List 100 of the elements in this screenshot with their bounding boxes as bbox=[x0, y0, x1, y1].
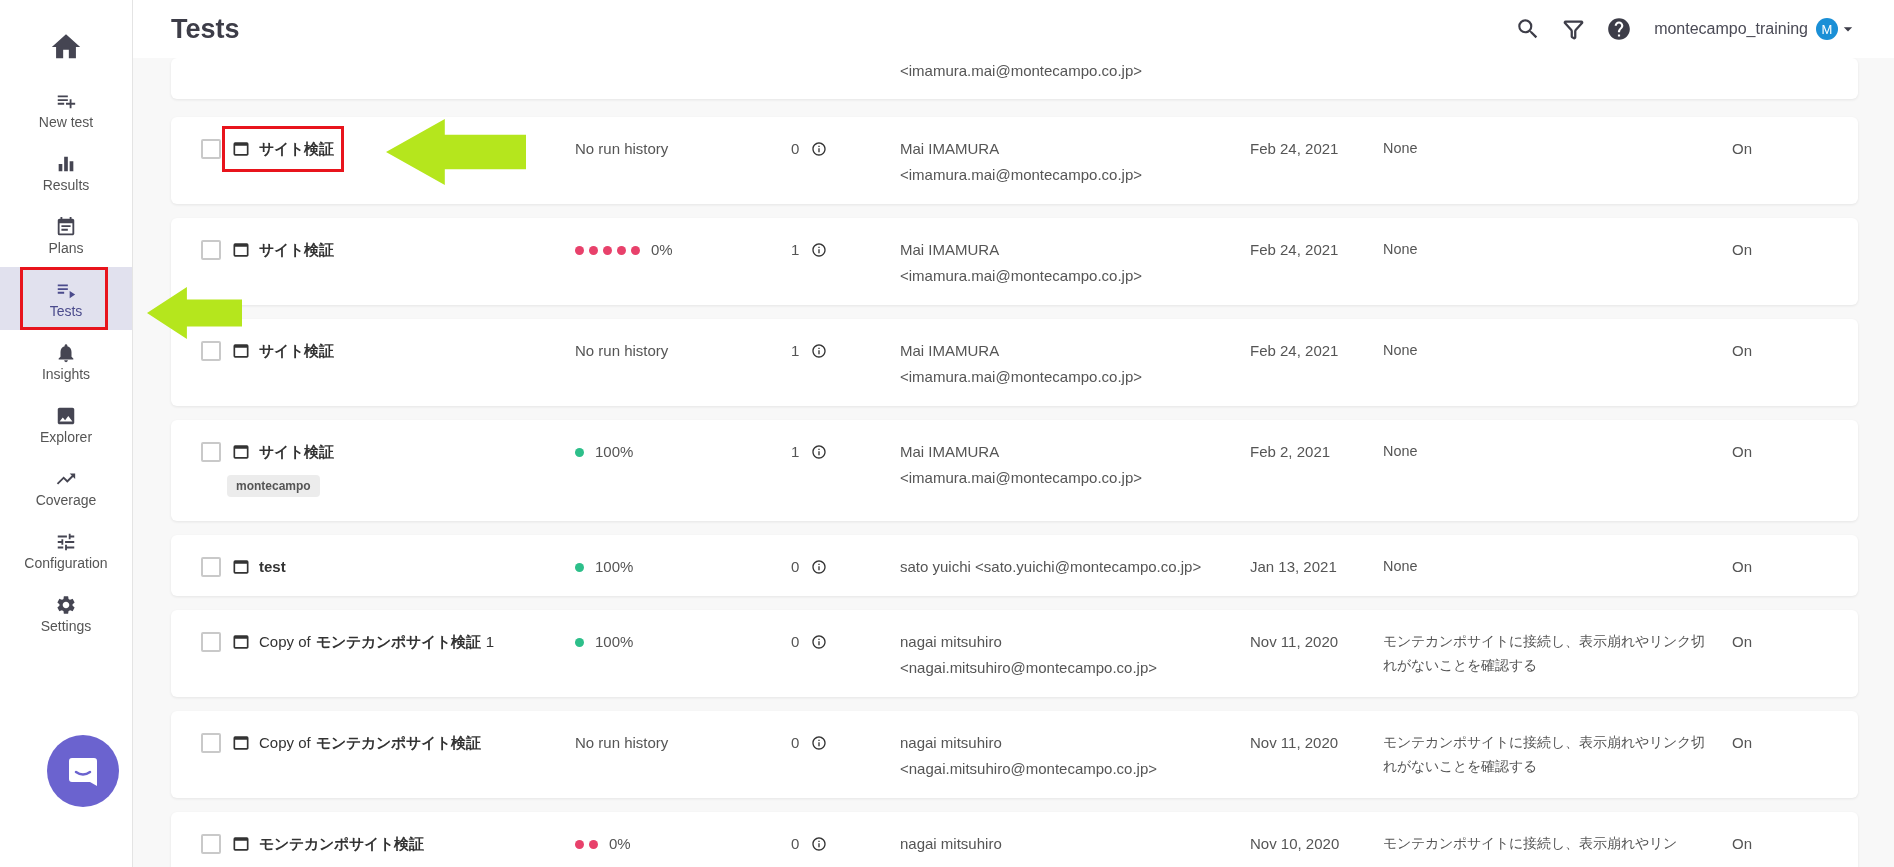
description-text: モンテカンポサイトに接続し、表示崩れやリンク切れがないことを確認する bbox=[1383, 632, 1706, 675]
window-icon bbox=[231, 139, 251, 159]
description-text: None bbox=[1383, 442, 1419, 461]
description-text: None bbox=[1383, 341, 1419, 360]
description-text: None bbox=[1383, 557, 1419, 576]
owner-text: <nagai.mitsuhiro@montecampo.co.jp> bbox=[900, 658, 1159, 678]
pass-rate: 100% bbox=[595, 442, 634, 462]
row-checkbox[interactable] bbox=[201, 557, 221, 577]
nav-item[interactable]: Explorer bbox=[0, 393, 132, 456]
owner-text: <imamura.mai@montecampo.co.jp> bbox=[900, 266, 1143, 286]
owner-text: Mai IMAMURA bbox=[900, 341, 1001, 361]
date-text: Nov 11, 2020 bbox=[1250, 734, 1339, 751]
pass-rate: 0% bbox=[651, 240, 673, 260]
owner-text: <imamura.mai@montecampo.co.jp> bbox=[900, 468, 1143, 488]
test-name[interactable]: サイト検証 bbox=[259, 237, 334, 263]
status-on-text: On bbox=[1732, 241, 1752, 258]
window-icon bbox=[231, 632, 251, 652]
test-name[interactable]: モンテカンポサイト検証 bbox=[315, 629, 481, 655]
owner-text: <nagai.mitsuhiro@montecampo.co.jp> bbox=[900, 759, 1159, 779]
owner-text: <imamura.mai@montecampo.co.jp> bbox=[900, 61, 1143, 81]
nav-item[interactable]: Coverage bbox=[0, 456, 132, 519]
run-count: 0 bbox=[791, 557, 800, 577]
date-text: Jan 13, 2021 bbox=[1250, 558, 1337, 575]
nav-item[interactable]: Configuration bbox=[0, 519, 132, 582]
test-name[interactable]: モンテカンポサイト検証 bbox=[315, 730, 481, 756]
nav-item[interactable]: Insights bbox=[0, 330, 132, 393]
row-checkbox[interactable] bbox=[201, 139, 221, 159]
name-prefix: Copy of bbox=[259, 632, 311, 652]
owner-text: <imamura.mai@montecampo.co.jp> bbox=[900, 165, 1143, 185]
user-avatar[interactable]: M bbox=[1816, 18, 1838, 40]
nav-item[interactable]: Plans bbox=[0, 204, 132, 267]
description-text: モンテカンポサイトに接続し、表示崩れやリン bbox=[1383, 834, 1678, 853]
pass-rate: 100% bbox=[595, 632, 634, 652]
row-checkbox[interactable] bbox=[201, 341, 221, 361]
date-text: Feb 24, 2021 bbox=[1250, 241, 1339, 258]
run-count: 1 bbox=[791, 341, 800, 361]
status-on-text: On bbox=[1732, 633, 1752, 650]
row-checkbox[interactable] bbox=[201, 733, 221, 753]
status-text: No run history bbox=[575, 341, 669, 361]
date-text: Feb 2, 2021 bbox=[1250, 443, 1331, 460]
owner-text: Mai IMAMURA bbox=[900, 139, 1001, 159]
row-checkbox[interactable] bbox=[201, 240, 221, 260]
status-on-text: On bbox=[1732, 443, 1752, 460]
tag: montecampo bbox=[227, 475, 320, 497]
pass-rate: 0% bbox=[609, 834, 631, 854]
info-icon[interactable] bbox=[811, 141, 828, 157]
description-text: None bbox=[1383, 139, 1419, 158]
description-text: モンテカンポサイトに接続し、表示崩れやリンク切れがないことを確認する bbox=[1383, 733, 1706, 776]
run-count: 0 bbox=[791, 139, 800, 159]
row-checkbox[interactable] bbox=[201, 442, 221, 462]
info-icon[interactable] bbox=[811, 444, 828, 460]
status-on-text: On bbox=[1732, 734, 1752, 751]
test-name[interactable]: test bbox=[259, 554, 286, 580]
run-count: 0 bbox=[791, 733, 800, 753]
calendar-icon bbox=[55, 215, 77, 238]
info-icon[interactable] bbox=[811, 242, 828, 258]
owner-text: Mai IMAMURA bbox=[900, 442, 1001, 462]
info-icon[interactable] bbox=[811, 836, 828, 852]
description-text: None bbox=[1383, 240, 1419, 259]
status-text: No run history bbox=[575, 139, 669, 159]
info-icon[interactable] bbox=[811, 559, 828, 575]
row-checkbox[interactable] bbox=[201, 632, 221, 652]
run-count: 0 bbox=[791, 632, 800, 652]
test-name[interactable]: サイト検証 bbox=[259, 439, 334, 465]
nav-item[interactable]: Settings bbox=[0, 582, 132, 645]
status-text: No run history bbox=[575, 733, 669, 753]
pass-rate: 100% bbox=[595, 557, 634, 577]
run-count: 1 bbox=[791, 442, 800, 462]
date-text: Nov 11, 2020 bbox=[1250, 633, 1339, 650]
window-icon bbox=[231, 240, 251, 260]
help-button[interactable] bbox=[1606, 16, 1633, 42]
owner-text: nagai mitsuhiro bbox=[900, 834, 1003, 854]
run-count: 1 bbox=[791, 240, 800, 260]
nav-item[interactable]: New test bbox=[0, 78, 132, 141]
status-on-text: On bbox=[1732, 835, 1752, 852]
owner-text: Mai IMAMURA bbox=[900, 240, 1001, 260]
name-prefix: Copy of bbox=[259, 733, 311, 753]
info-icon[interactable] bbox=[811, 735, 828, 751]
test-name[interactable]: モンテカンポサイト検証 bbox=[259, 831, 424, 857]
status-on-text: On bbox=[1732, 140, 1752, 157]
window-icon bbox=[231, 341, 251, 361]
status-on-text: On bbox=[1732, 342, 1752, 359]
owner-text: <imamura.mai@montecampo.co.jp> bbox=[900, 367, 1143, 387]
window-icon bbox=[231, 834, 251, 854]
settings-icon bbox=[55, 593, 77, 616]
nav-item[interactable]: Results bbox=[0, 141, 132, 204]
test-name[interactable]: サイト検証 bbox=[259, 338, 334, 364]
date-text: Nov 10, 2020 bbox=[1250, 835, 1340, 852]
date-text: Feb 24, 2021 bbox=[1250, 140, 1339, 157]
date-text: Feb 24, 2021 bbox=[1250, 342, 1339, 359]
row-checkbox[interactable] bbox=[201, 834, 221, 854]
test-name[interactable]: サイト検証 bbox=[259, 136, 334, 162]
filter-button[interactable] bbox=[1563, 18, 1585, 40]
owner-text: nagai mitsuhiro bbox=[900, 733, 1003, 753]
user-name[interactable]: montecampo_training bbox=[1654, 20, 1808, 38]
status-on-text: On bbox=[1732, 558, 1752, 575]
info-icon[interactable] bbox=[811, 634, 828, 650]
window-icon bbox=[231, 733, 251, 753]
info-icon[interactable] bbox=[811, 343, 828, 359]
window-icon bbox=[231, 557, 251, 577]
